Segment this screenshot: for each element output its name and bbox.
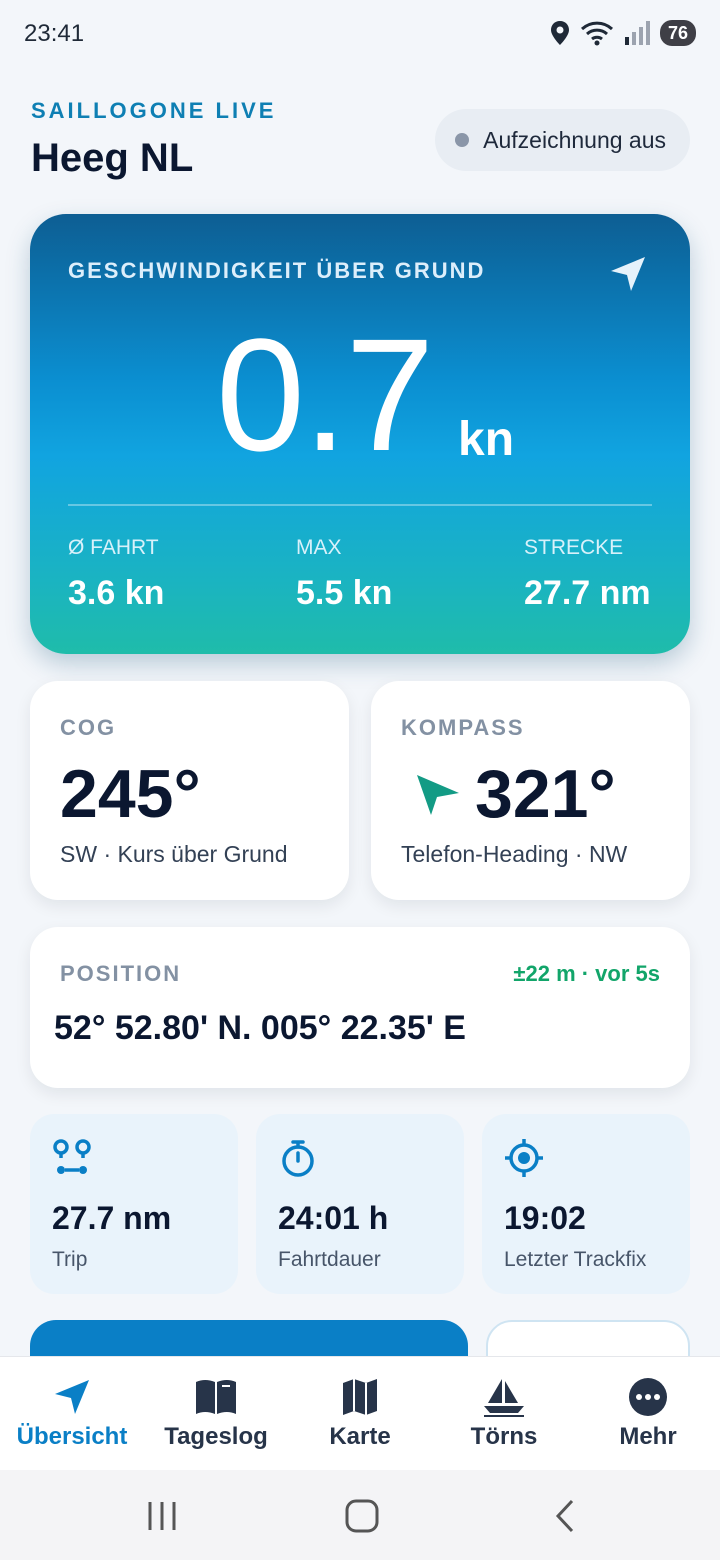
compass-card[interactable]: KOMPASS 321° Telefon-Heading · NW (371, 681, 690, 900)
system-navigation-bar (0, 1470, 720, 1560)
speed-card: GESCHWINDIGKEIT ÜBER GRUND 0.7 kn Ø FAHR… (30, 214, 690, 654)
tab-more[interactable]: Mehr (576, 1357, 720, 1470)
signal-icon (624, 21, 650, 45)
tab-label: Tageslog (164, 1422, 268, 1450)
tile-value: 19:02 (504, 1200, 586, 1236)
route-icon (53, 1139, 91, 1174)
recording-status-label: Aufzeichnung aus (483, 126, 666, 153)
tile-value: 27.7 nm (52, 1200, 172, 1236)
status-bar: 23:41 76 (0, 0, 720, 68)
wifi-icon (580, 21, 613, 46)
compass-subtitle: Telefon-Heading · NW (401, 841, 628, 867)
recent-apps-icon[interactable] (142, 1498, 182, 1534)
compass-label: KOMPASS (401, 715, 525, 740)
crosshair-icon (505, 1139, 543, 1177)
divider (68, 504, 652, 506)
cog-label: COG (60, 715, 117, 740)
stat-value: 27.7 nm (524, 574, 651, 612)
recording-toggle[interactable]: Aufzeichnung aus (435, 109, 690, 171)
avg-speed-stat: Ø FAHRT 3.6 kn (68, 536, 164, 613)
speed-value: 0.7 (216, 305, 434, 484)
tab-trips[interactable]: Törns (432, 1357, 576, 1470)
trip-tile[interactable]: 27.7 nm Trip (30, 1114, 238, 1294)
position-accuracy: ±22 m · vor 5s (513, 961, 660, 986)
status-time: 23:41 (24, 20, 85, 47)
location-title: Heeg NL (31, 136, 194, 180)
more-icon (626, 1377, 670, 1417)
sailboat-icon (482, 1377, 526, 1417)
compass-value: 321° (475, 756, 616, 832)
back-icon[interactable] (546, 1498, 586, 1534)
max-speed-stat: MAX 5.5 kn (296, 536, 392, 613)
cog-value: 245° (60, 756, 201, 832)
cog-subtitle: SW · Kurs über Grund (60, 841, 288, 867)
book-icon (194, 1377, 238, 1417)
stat-label: STRECKE (524, 536, 624, 559)
stopwatch-icon (282, 1140, 314, 1177)
position-coordinates: 52° 52.80' N. 005° 22.35' E (54, 1009, 466, 1047)
tab-label: Mehr (619, 1422, 677, 1450)
stat-label: MAX (296, 536, 342, 559)
position-label: POSITION (60, 961, 182, 986)
tile-label: Fahrtdauer (278, 1248, 381, 1271)
speed-unit: kn (458, 413, 515, 466)
last-fix-tile[interactable]: 19:02 Letzter Trackfix (482, 1114, 690, 1294)
tile-label: Trip (52, 1248, 88, 1271)
map-icon (338, 1377, 382, 1417)
tile-label: Letzter Trackfix (504, 1248, 647, 1271)
battery-indicator: 76 (659, 20, 696, 46)
cog-card[interactable]: COG 245° SW · Kurs über Grund (30, 681, 349, 900)
stat-value: 5.5 kn (296, 574, 393, 612)
tab-overview[interactable]: Übersicht (0, 1357, 144, 1470)
tab-map[interactable]: Karte (288, 1357, 432, 1470)
recording-dot-icon (455, 133, 470, 147)
tab-label: Übersicht (16, 1422, 128, 1450)
distance-stat: STRECKE 27.7 nm (524, 536, 651, 613)
tab-label: Karte (329, 1422, 391, 1450)
navigation-arrow-icon (611, 257, 645, 291)
home-icon[interactable] (342, 1498, 382, 1534)
position-card[interactable]: POSITION ±22 m · vor 5s 52° 52.80' N. 00… (30, 927, 690, 1088)
location-pin-icon (550, 21, 569, 45)
app-brand: SAILLOGONE LIVE (31, 98, 277, 123)
tab-daylog[interactable]: Tageslog (144, 1357, 288, 1470)
tile-value: 24:01 h (278, 1200, 389, 1236)
speed-label: GESCHWINDIGKEIT ÜBER GRUND (68, 258, 486, 283)
status-icons: 76 (550, 20, 696, 46)
compass-arrow-icon (417, 775, 459, 815)
stat-label: Ø FAHRT (68, 536, 159, 559)
bottom-tab-bar: Übersicht Tageslog Karte Törns Mehr (0, 1356, 720, 1470)
tab-label: Törns (470, 1422, 538, 1450)
duration-tile[interactable]: 24:01 h Fahrtdauer (256, 1114, 464, 1294)
navigation-icon (50, 1377, 94, 1417)
stat-value: 3.6 kn (68, 574, 165, 612)
